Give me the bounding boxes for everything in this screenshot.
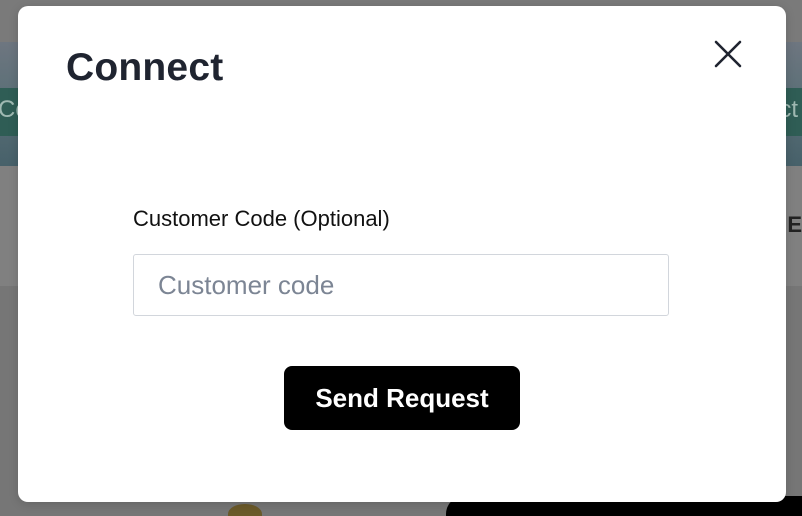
customer-code-input[interactable] bbox=[133, 254, 669, 316]
connect-modal: Connect Customer Code (Optional) Send Re… bbox=[18, 6, 786, 502]
background-nav-text: E bbox=[787, 212, 802, 237]
send-request-button[interactable]: Send Request bbox=[284, 366, 520, 430]
close-button[interactable] bbox=[710, 36, 746, 72]
modal-title: Connect bbox=[66, 46, 224, 89]
close-icon bbox=[710, 36, 746, 72]
customer-code-label: Customer Code (Optional) bbox=[133, 206, 390, 231]
